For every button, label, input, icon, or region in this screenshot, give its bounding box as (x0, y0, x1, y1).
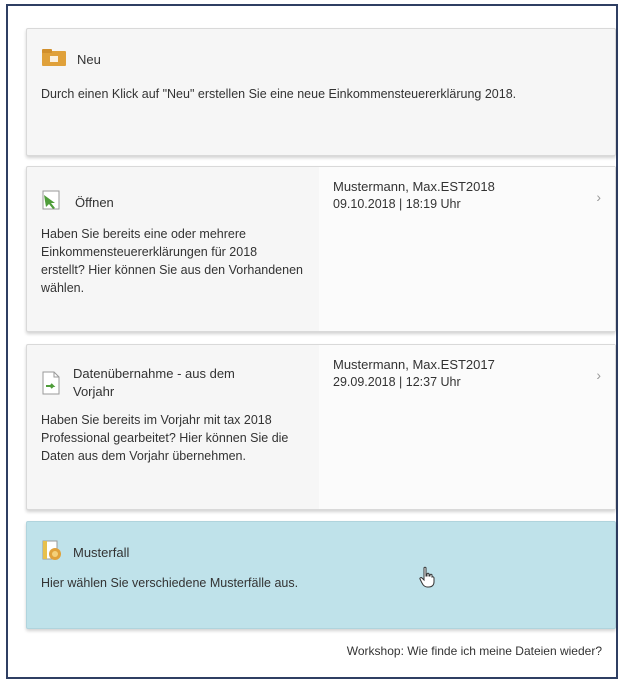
previous-year-title: Datenübernahme - aus dem Vorjahr (73, 366, 235, 399)
open-card: Öffnen Haben Sie bereits eine oder mehre… (26, 166, 616, 332)
previous-year-left-pane[interactable]: Datenübernahme - aus dem Vorjahr Haben S… (27, 345, 320, 509)
new-title: Neu (77, 52, 101, 67)
previous-year-entry-name: Mustermann, Max.EST2017 (333, 357, 495, 372)
chevron-right-icon: › (596, 367, 601, 383)
chevron-right-icon: › (596, 189, 601, 205)
previous-year-card: Datenübernahme - aus dem Vorjahr Haben S… (26, 344, 616, 510)
sample-case-title-row: Musterfall (41, 538, 129, 567)
open-description: Haben Sie bereits eine oder mehrere Eink… (41, 227, 303, 295)
open-left-pane[interactable]: Öffnen Haben Sie bereits eine oder mehre… (27, 167, 320, 331)
open-file-icon (41, 189, 63, 216)
open-entry-name: Mustermann, Max.EST2018 (333, 179, 495, 194)
previous-year-entry-date: 29.09.2018 | 12:37 Uhr (333, 375, 461, 389)
new-card[interactable]: Neu Durch einen Klick auf "Neu" erstelle… (26, 28, 616, 156)
sample-case-card[interactable]: Musterfall Hier wählen Sie verschiedene … (26, 521, 616, 629)
workshop-link[interactable]: Workshop: Wie finde ich meine Dateien wi… (347, 644, 602, 658)
sample-case-description: Hier wählen Sie verschiedene Musterfälle… (41, 576, 299, 590)
hand-cursor-icon (418, 566, 436, 593)
sample-case-title: Musterfall (73, 545, 130, 560)
previous-year-description: Haben Sie bereits im Vorjahr mit tax 201… (41, 413, 289, 463)
new-title-row: Neu (41, 47, 101, 72)
previous-year-file-entry[interactable]: Mustermann, Max.EST2017 29.09.2018 | 12:… (319, 345, 615, 509)
open-entry-date: 09.10.2018 | 18:19 Uhr (333, 197, 461, 211)
new-description: Durch einen Klick auf "Neu" erstellen Si… (41, 87, 517, 101)
previous-year-title-row: Datenübernahme - aus dem Vorjahr (41, 365, 273, 401)
sample-case-icon (41, 538, 63, 567)
folder-icon (41, 47, 67, 72)
open-title-row: Öffnen (41, 189, 114, 216)
open-title: Öffnen (75, 195, 114, 210)
open-file-entry[interactable]: Mustermann, Max.EST2018 09.10.2018 | 18:… (319, 167, 615, 331)
main-frame: Neu Durch einen Klick auf "Neu" erstelle… (6, 4, 618, 679)
document-import-icon (41, 371, 61, 400)
